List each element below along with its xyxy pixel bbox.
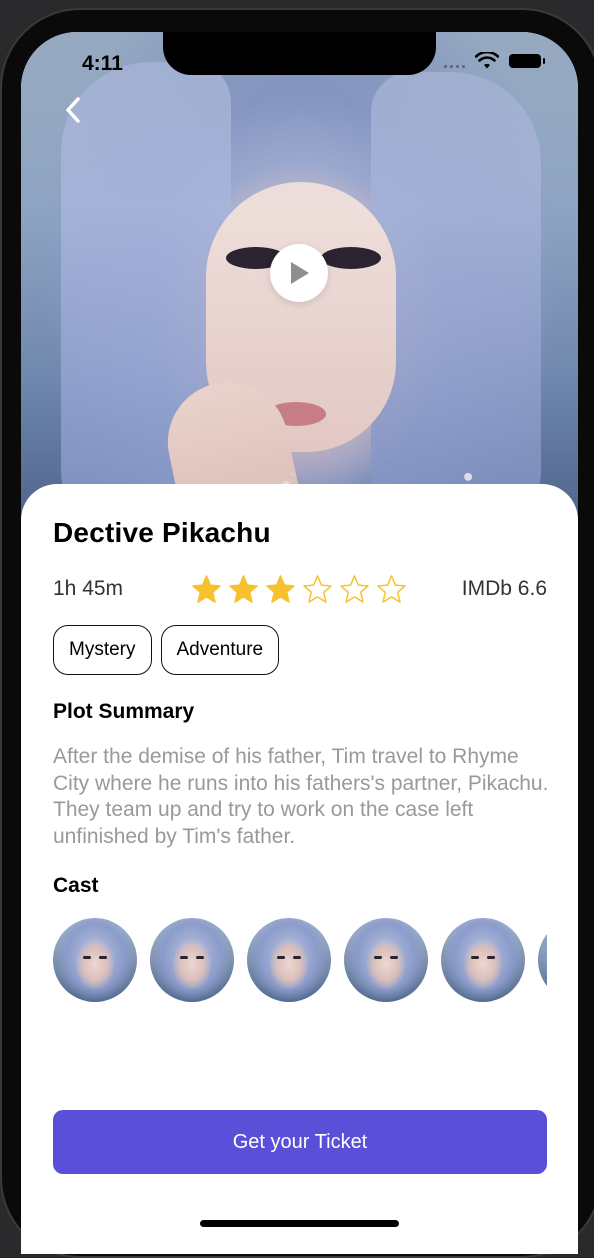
cast-heading: Cast bbox=[53, 874, 99, 897]
get-ticket-button[interactable]: Get your Ticket bbox=[53, 1110, 547, 1174]
cast-avatar[interactable] bbox=[538, 918, 547, 1002]
imdb-rating: IMDb 6.6 bbox=[461, 577, 547, 600]
genre-tag[interactable]: Adventure bbox=[160, 625, 280, 675]
back-button[interactable] bbox=[56, 92, 90, 128]
wifi-icon bbox=[475, 52, 499, 69]
movie-title: Dective Pikachu bbox=[53, 517, 271, 548]
genre-tags: Mystery Adventure bbox=[53, 625, 280, 675]
status-time: 4:11 bbox=[82, 52, 123, 75]
star-filled-icon bbox=[229, 575, 258, 603]
battery-icon bbox=[509, 54, 545, 68]
star-rating bbox=[191, 574, 407, 605]
cast-avatar[interactable] bbox=[53, 918, 137, 1002]
cast-avatar[interactable] bbox=[150, 918, 234, 1002]
cast-avatar[interactable] bbox=[441, 918, 525, 1002]
movie-meta-row: 1h 45m IMDb 6.6 bbox=[53, 574, 547, 610]
cast-avatar[interactable] bbox=[344, 918, 428, 1002]
signal-icon bbox=[444, 54, 465, 68]
star-outline-icon bbox=[340, 575, 369, 603]
chevron-left-icon bbox=[66, 97, 80, 123]
cast-list[interactable] bbox=[53, 918, 547, 1004]
device-notch bbox=[163, 32, 436, 75]
status-icons bbox=[444, 52, 545, 70]
star-filled-icon bbox=[266, 575, 295, 603]
star-outline-icon bbox=[377, 575, 406, 603]
movie-details-sheet: Dective Pikachu 1h 45m IMDb 6.6 Mystery … bbox=[21, 484, 578, 1254]
plot-summary-heading: Plot Summary bbox=[53, 700, 195, 723]
star-filled-icon bbox=[192, 575, 221, 603]
play-icon bbox=[291, 262, 309, 284]
plot-summary-text: After the demise of his father, Tim trav… bbox=[53, 745, 549, 848]
genre-tag[interactable]: Mystery bbox=[53, 625, 152, 675]
star-outline-icon bbox=[303, 575, 332, 603]
home-indicator bbox=[200, 1220, 399, 1227]
play-trailer-button[interactable] bbox=[270, 244, 328, 302]
cast-avatar[interactable] bbox=[247, 918, 331, 1002]
movie-duration: 1h 45m bbox=[53, 577, 124, 600]
